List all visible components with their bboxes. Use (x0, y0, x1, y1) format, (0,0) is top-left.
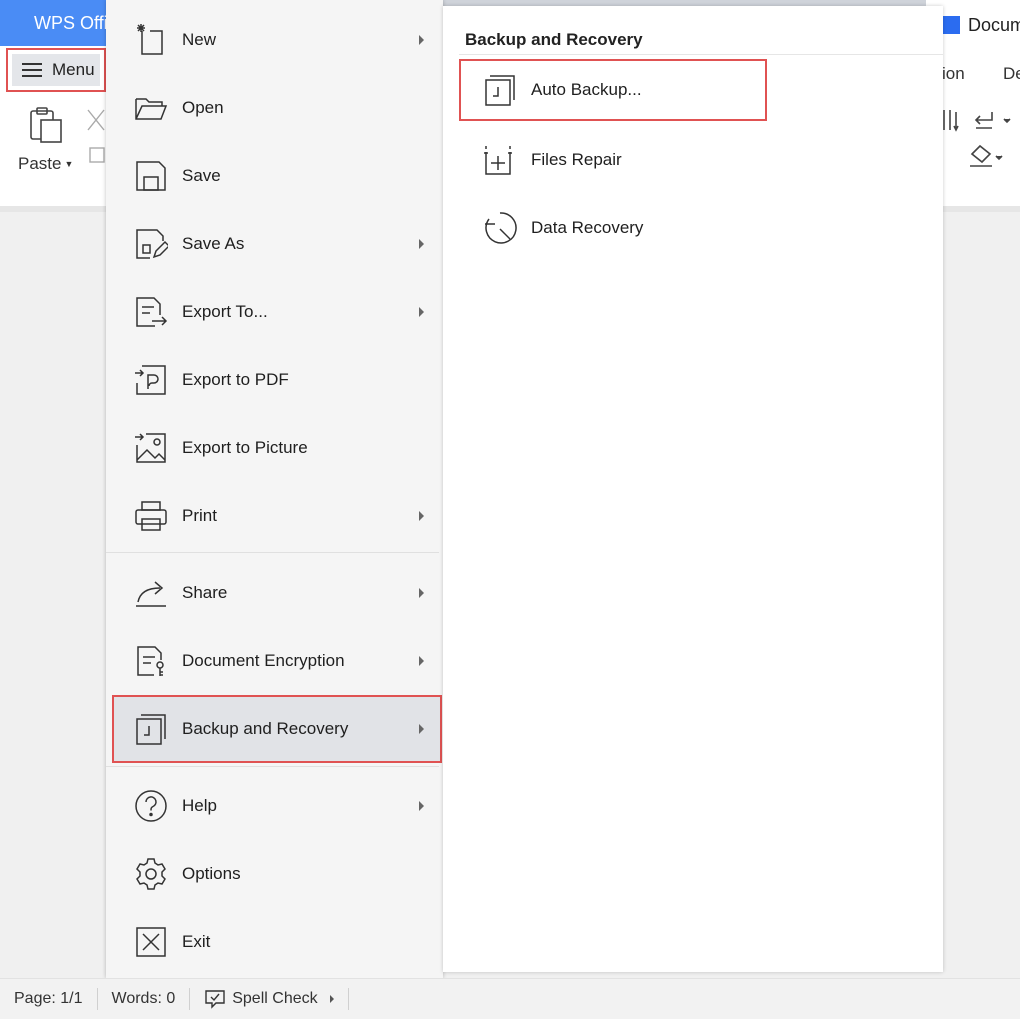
menu-item-document-encryption[interactable]: Document Encryption (106, 627, 443, 695)
paste-label: Paste (18, 154, 62, 173)
menu-item-save[interactable]: Save (106, 142, 443, 210)
menu-item-share[interactable]: Share (106, 559, 443, 627)
chevron-right-icon (419, 656, 424, 666)
spell-check-label: Spell Check (232, 990, 318, 1007)
paste-dropdown-icon: ▼ (64, 159, 74, 169)
menu-item-export-picture-label: Export to Picture (182, 438, 308, 457)
menu-separator (106, 552, 439, 553)
menu-item-open[interactable]: Open (106, 74, 443, 142)
menu-item-options-label: Options (182, 864, 241, 883)
menu-separator (106, 766, 439, 767)
page-count[interactable]: Page: 1/1 (0, 990, 97, 1008)
wps-office-tab[interactable]: WPS Office (0, 0, 106, 46)
menu-item-export-pdf[interactable]: Export to PDF (106, 346, 443, 414)
data-recovery-icon (483, 211, 517, 245)
menu-item-exit-label: Exit (182, 932, 211, 951)
submenu-separator (459, 54, 943, 55)
spell-check-icon (205, 990, 225, 1009)
chevron-right-icon (419, 239, 424, 249)
save-icon (134, 159, 168, 193)
writer-doc-icon (942, 16, 960, 34)
chevron-right-icon (419, 307, 424, 317)
ribbon-tab-partial[interactable]: ion (942, 64, 965, 84)
menu-item-help[interactable]: Help (106, 772, 443, 840)
gear-icon (134, 857, 168, 891)
status-divider (347, 988, 349, 1010)
paste-icon[interactable] (28, 106, 64, 149)
menu-item-save-as-label: Save As (182, 234, 245, 253)
submenu-item-data-recovery[interactable]: Data Recovery (459, 197, 767, 259)
chevron-right-icon (419, 801, 424, 811)
files-repair-label: Files Repair (531, 150, 622, 169)
chevron-right-icon (419, 35, 424, 45)
menu-item-export-pdf-label: Export to PDF (182, 370, 289, 389)
backup-icon (134, 712, 168, 746)
word-count[interactable]: Words: 0 (98, 990, 190, 1008)
printer-icon (134, 499, 168, 533)
export-pdf-icon (134, 363, 168, 397)
menu-item-share-label: Share (182, 583, 228, 602)
paste-button[interactable]: Paste ▼ (18, 154, 73, 174)
submenu-item-auto-backup[interactable]: Auto Backup... (459, 59, 767, 121)
menu-item-document-encryption-label: Document Encryption (182, 651, 345, 670)
folder-open-icon (134, 91, 168, 125)
chevron-right-icon (419, 724, 424, 734)
menu-item-print-label: Print (182, 506, 217, 525)
scissors-icon[interactable] (86, 108, 106, 173)
menu-item-print[interactable]: Print (106, 482, 443, 550)
menu-item-backup-and-recovery[interactable]: Backup and Recovery (112, 695, 442, 763)
close-box-icon (134, 925, 168, 959)
document-tab-label: Document1 (968, 15, 1020, 35)
document-lock-icon (134, 644, 168, 678)
main-menu: New Open Save Save As Export To... Expor… (106, 0, 443, 978)
ribbon-icons-right[interactable] (942, 106, 1020, 181)
export-icon (134, 295, 168, 329)
files-repair-icon (483, 143, 517, 177)
submenu-title: Backup and Recovery (465, 30, 643, 49)
chevron-right-icon (419, 588, 424, 598)
menu-item-save-label: Save (182, 166, 221, 185)
menu-item-save-as[interactable]: Save As (106, 210, 443, 278)
data-recovery-label: Data Recovery (531, 218, 644, 237)
chevron-right-icon (419, 511, 424, 521)
menu-item-options[interactable]: Options (106, 840, 443, 908)
auto-backup-icon (483, 73, 517, 107)
menu-item-open-label: Open (182, 98, 224, 117)
menu-button[interactable]: Menu (6, 48, 106, 92)
chevron-right-icon (329, 995, 334, 1003)
submenu-item-files-repair[interactable]: Files Repair (459, 129, 767, 191)
menu-item-export-picture[interactable]: Export to Picture (106, 414, 443, 482)
menu-item-help-label: Help (182, 796, 217, 815)
hamburger-icon (22, 63, 42, 77)
menu-item-new[interactable]: New (106, 6, 443, 74)
backup-and-recovery-submenu: Backup and Recovery Auto Backup... Files… (443, 6, 943, 972)
status-bar: Page: 1/1 Words: 0 Spell Check (0, 978, 1020, 1019)
document-tab[interactable]: Document1 (940, 0, 1020, 46)
menu-button-label: Menu (52, 60, 95, 79)
share-icon (134, 576, 168, 610)
save-as-icon (134, 227, 168, 261)
menu-item-exit[interactable]: Exit (106, 908, 443, 976)
ribbon-tab-partial-2[interactable]: De (1003, 64, 1020, 84)
menu-item-new-label: New (182, 30, 217, 49)
menu-item-export-to-label: Export To... (182, 302, 268, 321)
spell-check-button[interactable]: Spell Check (190, 988, 347, 1010)
menu-item-backup-and-recovery-label: Backup and Recovery (182, 719, 349, 738)
auto-backup-label: Auto Backup... (531, 80, 642, 99)
new-document-icon (134, 23, 168, 57)
help-icon (134, 789, 168, 823)
export-picture-icon (134, 431, 168, 465)
menu-item-export-to[interactable]: Export To... (106, 278, 443, 346)
